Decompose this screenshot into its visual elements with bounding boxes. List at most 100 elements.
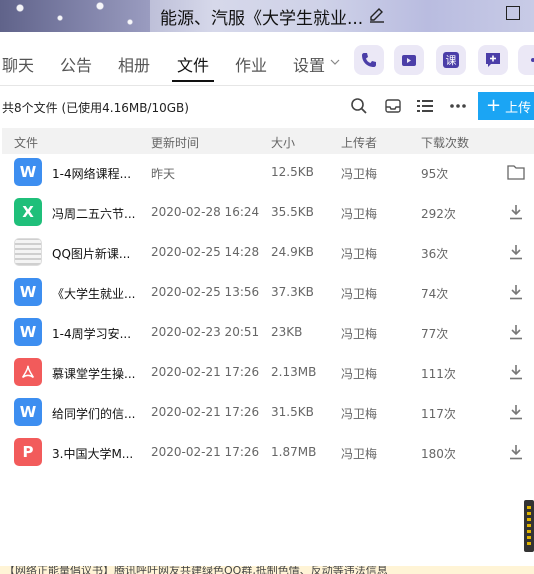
course-button[interactable]: 课: [436, 45, 466, 75]
file-name: 3.中国大学M...: [52, 447, 134, 461]
file-uploader: 冯卫梅: [341, 207, 378, 221]
folder-icon[interactable]: [507, 164, 525, 180]
download-icon[interactable]: [507, 204, 525, 220]
file-updated: 2020-02-25 13:56: [151, 285, 260, 299]
file-updated: 2020-02-21 17:26: [151, 365, 260, 379]
file-row[interactable]: QQ图片新课... 2020-02-25 14:28 24.9KB 冯卫梅 36次: [0, 232, 534, 272]
chevron-down-icon[interactable]: [330, 57, 340, 67]
list-view-icon[interactable]: [416, 97, 434, 115]
group-banner-image: [0, 0, 150, 32]
video-button[interactable]: [394, 45, 424, 75]
file-updated: 2020-02-23 20:51: [151, 325, 260, 339]
pencil-icon[interactable]: [368, 6, 386, 24]
column-updated[interactable]: 更新时间: [151, 134, 199, 151]
excel-file-icon: X: [14, 198, 42, 226]
file-count-summary: 共8个文件 (已使用4.16MB/10GB): [2, 101, 189, 115]
file-size: 12.5KB: [271, 165, 314, 179]
more-icon: [531, 58, 534, 62]
file-downloads: 74次: [421, 287, 449, 301]
file-uploader: 冯卫梅: [341, 167, 378, 181]
word-file-icon: W: [14, 318, 42, 346]
word-file-icon: W: [14, 158, 42, 186]
file-size: 1.87MB: [271, 445, 317, 459]
download-icon[interactable]: [507, 444, 525, 460]
file-downloads: 111次: [421, 367, 456, 381]
file-name: 1-4周学习安...: [52, 327, 132, 341]
file-downloads: 117次: [421, 407, 456, 421]
file-downloads: 36次: [421, 247, 449, 261]
file-downloads: 95次: [421, 167, 449, 181]
file-updated: 昨天: [151, 167, 176, 181]
course-icon: 课: [443, 52, 459, 68]
column-file[interactable]: 文件: [14, 134, 38, 151]
download-icon[interactable]: [507, 324, 525, 340]
file-name: 给同学们的信...: [52, 407, 136, 421]
volume-indicator: [524, 500, 534, 552]
image-file-icon: [14, 238, 42, 266]
more-options-icon[interactable]: [449, 97, 467, 115]
file-name: 1-4网络课程...: [52, 167, 132, 181]
tab-notice[interactable]: 公告: [60, 52, 92, 76]
search-icon[interactable]: [350, 97, 368, 115]
video-icon: [402, 55, 416, 66]
column-uploader[interactable]: 上传者: [341, 134, 377, 151]
upload-label: 上传: [505, 100, 532, 116]
file-row[interactable]: P 3.中国大学M... 2020-02-21 17:26 1.87MB 冯卫梅 180次: [0, 432, 534, 472]
file-name: 慕课堂学生操...: [52, 367, 136, 381]
file-downloads: 77次: [421, 327, 449, 341]
file-size: 23KB: [271, 325, 303, 339]
file-downloads: 180次: [421, 447, 456, 461]
file-row[interactable]: W 给同学们的信... 2020-02-21 17:26 31.5KB 冯卫梅 117次: [0, 392, 534, 432]
window-title: 能源、汽服《大学生就业...: [160, 9, 364, 29]
tab-files[interactable]: 文件: [177, 52, 209, 76]
group-nav: 聊天 公告 相册 文件 作业 设置 课: [0, 32, 534, 86]
file-downloads: 292次: [421, 207, 456, 221]
more-button[interactable]: [518, 45, 534, 75]
notice-banner[interactable]: 【网络正能量倡议书】腾讯呼吁网友共建绿色QQ群,抵制色情、反动等违法信息: [0, 566, 534, 574]
file-row[interactable]: W 1-4网络课程... 昨天 12.5KB 冯卫梅 95次: [0, 152, 534, 192]
file-uploader: 冯卫梅: [341, 367, 378, 381]
file-row[interactable]: W 《大学生就业... 2020-02-25 13:56 37.3KB 冯卫梅 74次: [0, 272, 534, 312]
file-uploader: 冯卫梅: [341, 287, 378, 301]
download-icon[interactable]: [507, 284, 525, 300]
upload-button[interactable]: + 上传: [478, 92, 534, 120]
inbox-icon[interactable]: [384, 97, 402, 115]
file-updated: 2020-02-28 16:24: [151, 205, 260, 219]
tab-album[interactable]: 相册: [118, 52, 150, 76]
file-updated: 2020-02-25 14:28: [151, 245, 260, 259]
pdf-file-icon: [14, 358, 42, 386]
course-glyph: 课: [446, 54, 457, 67]
download-icon[interactable]: [507, 404, 525, 420]
download-icon[interactable]: [507, 244, 525, 260]
file-size: 31.5KB: [271, 405, 314, 419]
tab-chat[interactable]: 聊天: [2, 52, 34, 76]
tab-homework[interactable]: 作业: [235, 52, 267, 76]
file-uploader: 冯卫梅: [341, 247, 378, 261]
download-icon[interactable]: [507, 364, 525, 380]
add-app-button[interactable]: [478, 45, 508, 75]
ppt-file-icon: P: [14, 438, 42, 466]
file-size: 2.13MB: [271, 365, 317, 379]
file-name: QQ图片新课...: [52, 247, 131, 261]
file-size: 24.9KB: [271, 245, 314, 259]
file-table-header: 文件 更新时间 大小 上传者 下载次数: [2, 128, 534, 154]
file-row[interactable]: 慕课堂学生操... 2020-02-21 17:26 2.13MB 冯卫梅 111次: [0, 352, 534, 392]
tab-settings[interactable]: 设置: [293, 52, 325, 76]
file-uploader: 冯卫梅: [341, 447, 378, 461]
file-uploader: 冯卫梅: [341, 327, 378, 341]
column-downloads[interactable]: 下载次数: [421, 134, 469, 151]
maximize-button[interactable]: [506, 6, 520, 20]
file-size: 37.3KB: [271, 285, 314, 299]
file-row[interactable]: X 冯周二五六节... 2020-02-28 16:24 35.5KB 冯卫梅 292次: [0, 192, 534, 232]
title-bar: 能源、汽服《大学生就业...: [0, 0, 534, 32]
file-updated: 2020-02-21 17:26: [151, 445, 260, 459]
phone-icon: [362, 53, 376, 67]
word-file-icon: W: [14, 278, 42, 306]
column-size[interactable]: 大小: [271, 134, 295, 151]
phone-button[interactable]: [354, 45, 384, 75]
plus-icon: +: [486, 95, 502, 116]
notice-text: 【网络正能量倡议书】腾讯呼吁网友共建绿色QQ群,抵制色情、反动等违法信息: [4, 566, 388, 574]
file-row[interactable]: W 1-4周学习安... 2020-02-23 20:51 23KB 冯卫梅 77次: [0, 312, 534, 352]
word-file-icon: W: [14, 398, 42, 426]
add-app-icon: [486, 53, 500, 67]
